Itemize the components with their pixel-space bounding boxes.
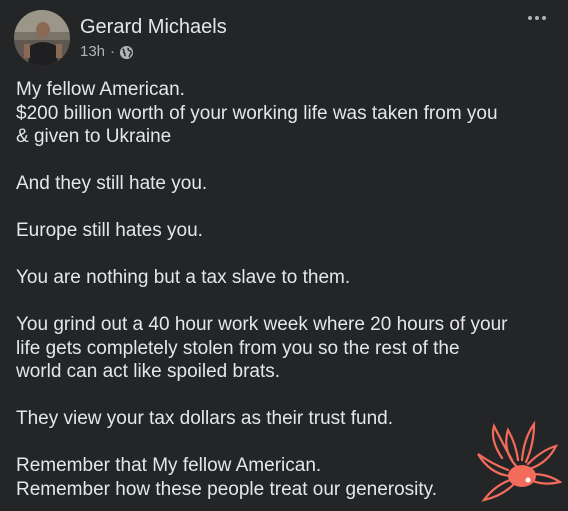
post-line: world can act like spoiled brats. [16, 361, 281, 382]
post-subline: 13h · [80, 43, 227, 61]
post-meta: Gerard Michaels 13h · [80, 15, 227, 61]
post-line: & given to Ukraine [16, 126, 172, 147]
paragraph: You are nothing but a tax slave to them. [16, 266, 556, 290]
avatar[interactable] [14, 10, 70, 66]
author-name[interactable]: Gerard Michaels [80, 15, 227, 39]
flower-doodle-icon [472, 410, 563, 506]
paragraph: Europe still hates you. [16, 219, 556, 243]
paragraph: My fellow American. $200 billion worth o… [16, 78, 556, 149]
paragraph: And they still hate you. [16, 172, 556, 196]
globe-icon [119, 45, 134, 60]
post-line: life gets completely stolen from you so … [16, 337, 460, 359]
separator-dot: · [110, 43, 116, 60]
post-line: Europe still hates you. [16, 220, 203, 241]
post-line: $200 billion worth of your working life … [16, 102, 498, 124]
avatar-image [14, 10, 70, 66]
post-header: Gerard Michaels 13h · [14, 8, 227, 68]
more-options-icon[interactable] [528, 16, 546, 20]
paragraph: You grind out a 40 hour work week where … [16, 313, 556, 384]
post-timestamp[interactable]: 13h [80, 43, 105, 61]
post-line: You grind out a 40 hour work week where … [16, 314, 508, 335]
post-line: My fellow American. [16, 79, 185, 100]
post-line: You are nothing but a tax slave to them. [16, 267, 351, 288]
post-line: And they still hate you. [16, 173, 208, 194]
